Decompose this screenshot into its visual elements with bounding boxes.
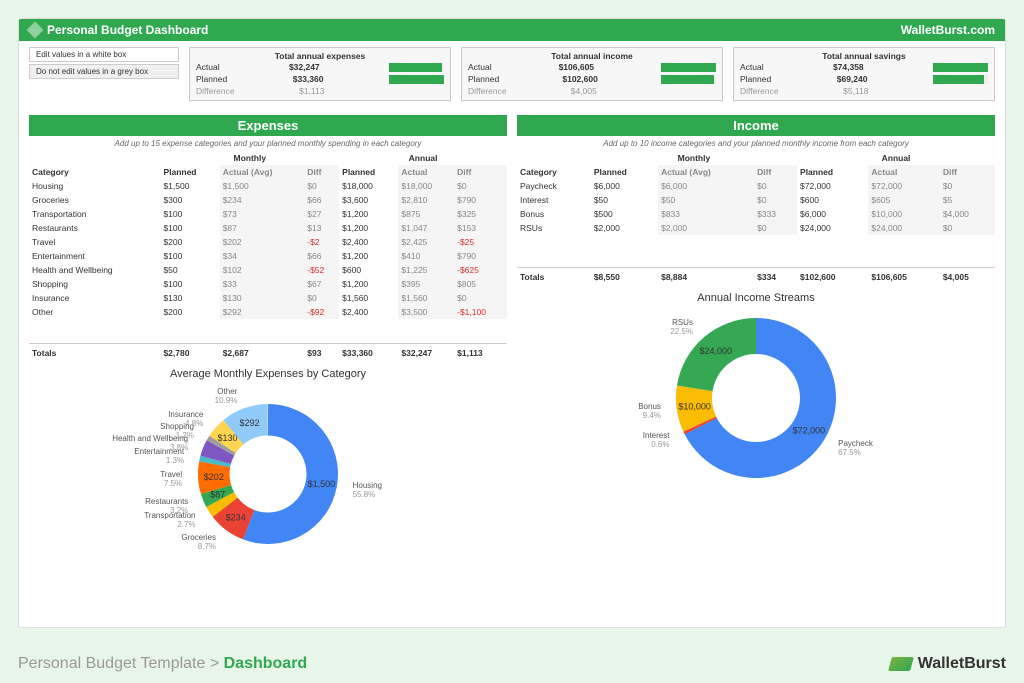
table-row[interactable]: RSUs $2,000 $2,000 $0 $24,000 $24,000 $0 [517,221,995,235]
income-table: Monthly Annual Category Planned Actual (… [517,151,995,284]
summary-card: Total annual income Actual$106,605 Plann… [461,47,723,101]
summary-card: Total annual expenses Actual$32,247 Plan… [189,47,451,101]
legend-editable: Edit values in a white box [29,47,179,62]
logo-icon [888,657,914,671]
dashboard-title: Personal Budget Dashboard [47,23,208,37]
income-chart-title: Annual Income Streams [517,284,995,308]
table-row[interactable]: Paycheck $6,000 $6,000 $0 $72,000 $72,00… [517,179,995,193]
income-donut-chart: $72,000$10,000$24,000Paycheck67.5%Intere… [517,308,995,498]
expenses-table: Monthly Annual Category Planned Actual (… [29,151,507,360]
logo-icon [27,22,44,39]
table-row[interactable]: Bonus $500 $833 $333 $6,000 $10,000 $4,0… [517,207,995,221]
svg-text:$234: $234 [226,512,246,522]
svg-text:$202: $202 [204,471,224,481]
svg-text:$72,000: $72,000 [793,425,826,435]
table-row[interactable]: Transportation $100 $73 $27 $1,200 $875 … [29,207,507,221]
svg-text:$10,000: $10,000 [678,401,711,411]
page-footer: Personal Budget Template > Dashboard Wal… [18,655,1006,673]
legend-readonly: Do not edit values in a grey box [29,64,179,79]
income-totals-row: Totals $8,550 $8,884 $334 $102,600 $106,… [517,267,995,284]
walletburst-logo: WalletBurst [890,655,1006,673]
table-row[interactable]: Travel $200 $202 -$2 $2,400 $2,425 -$25 [29,235,507,249]
dashboard-header: Personal Budget Dashboard WalletBurst.co… [19,19,1005,41]
table-row[interactable]: Interest $50 $50 $0 $600 $605 $5 [517,193,995,207]
table-row[interactable]: Entertainment $100 $34 $66 $1,200 $410 $… [29,249,507,263]
breadcrumb: Personal Budget Template > Dashboard [18,655,307,673]
expenses-donut-chart: $1,500$234$87$202$130$292Housing55.8%Gro… [29,384,507,574]
expenses-title: Expenses [29,115,507,136]
svg-text:$87: $87 [210,489,225,499]
spreadsheet-sheet: Personal Budget Dashboard WalletBurst.co… [18,18,1006,628]
table-row[interactable]: Housing $1,500 $1,500 $0 $18,000 $18,000… [29,179,507,193]
summary-card: Total annual savings Actual$74,358 Plann… [733,47,995,101]
expenses-chart-title: Average Monthly Expenses by Category [29,360,507,384]
site-link[interactable]: WalletBurst.com [901,23,995,37]
svg-text:$292: $292 [239,418,259,428]
table-row[interactable]: Health and Wellbeing $50 $102 -$52 $600 … [29,263,507,277]
svg-text:$1,500: $1,500 [308,478,336,488]
table-row[interactable]: Insurance $130 $130 $0 $1,560 $1,560 $0 [29,291,507,305]
income-help: Add up to 10 income categories and your … [517,136,995,151]
income-title: Income [517,115,995,136]
table-row[interactable]: Groceries $300 $234 $66 $3,600 $2,810 $7… [29,193,507,207]
table-row[interactable]: Restaurants $100 $87 $13 $1,200 $1,047 $… [29,221,507,235]
svg-text:$130: $130 [218,432,238,442]
expenses-totals-row: Totals $2,780 $2,687 $93 $33,360 $32,247… [29,343,507,360]
svg-text:$24,000: $24,000 [699,345,732,355]
table-row[interactable]: Other $200 $292 -$92 $2,400 $3,500 -$1,1… [29,305,507,319]
expenses-help: Add up to 15 expense categories and your… [29,136,507,151]
table-row[interactable]: Shopping $100 $33 $67 $1,200 $395 $805 [29,277,507,291]
